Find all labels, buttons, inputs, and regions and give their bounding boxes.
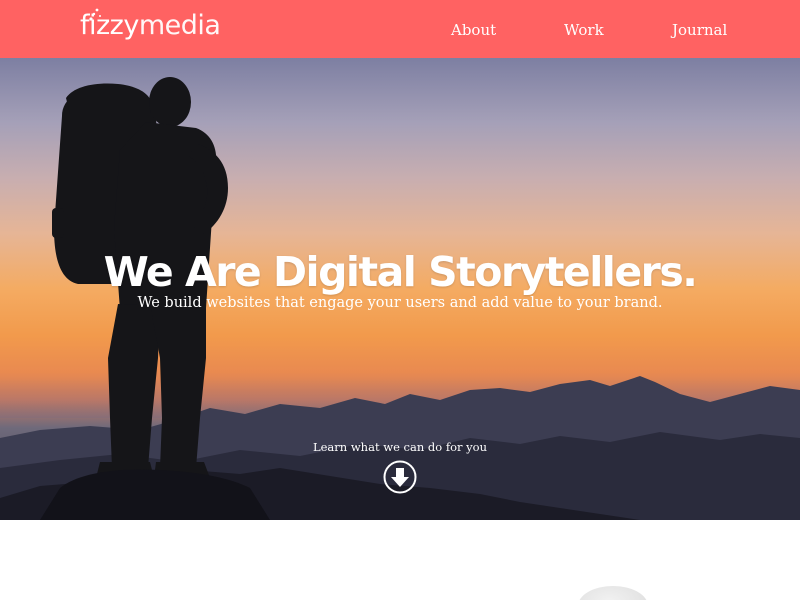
learn-more-link[interactable]: Learn what we can do for you	[0, 440, 800, 454]
nav-about-link[interactable]: About	[451, 21, 496, 39]
hero-subtitle: We build websites that engage your users…	[137, 295, 663, 311]
site-header: fizzy media About Work Journal	[0, 0, 800, 58]
hero-title: We Are Digital Storytellers.	[103, 248, 698, 297]
arrow-down-circle-icon[interactable]	[383, 460, 417, 494]
nav-journal-link[interactable]: Journal	[672, 21, 727, 39]
logo-text-media: media	[138, 10, 221, 41]
below-fold-section	[0, 520, 800, 600]
logo[interactable]: fizzy media	[80, 8, 221, 48]
nav-work-link[interactable]: Work	[564, 21, 604, 39]
bubbles-icon	[89, 8, 101, 21]
hero-section: We Are Digital Storytellers. We build we…	[0, 58, 800, 520]
decorative-object	[578, 586, 648, 600]
page: fizzy media About Work Journal We Are Di…	[0, 0, 800, 600]
